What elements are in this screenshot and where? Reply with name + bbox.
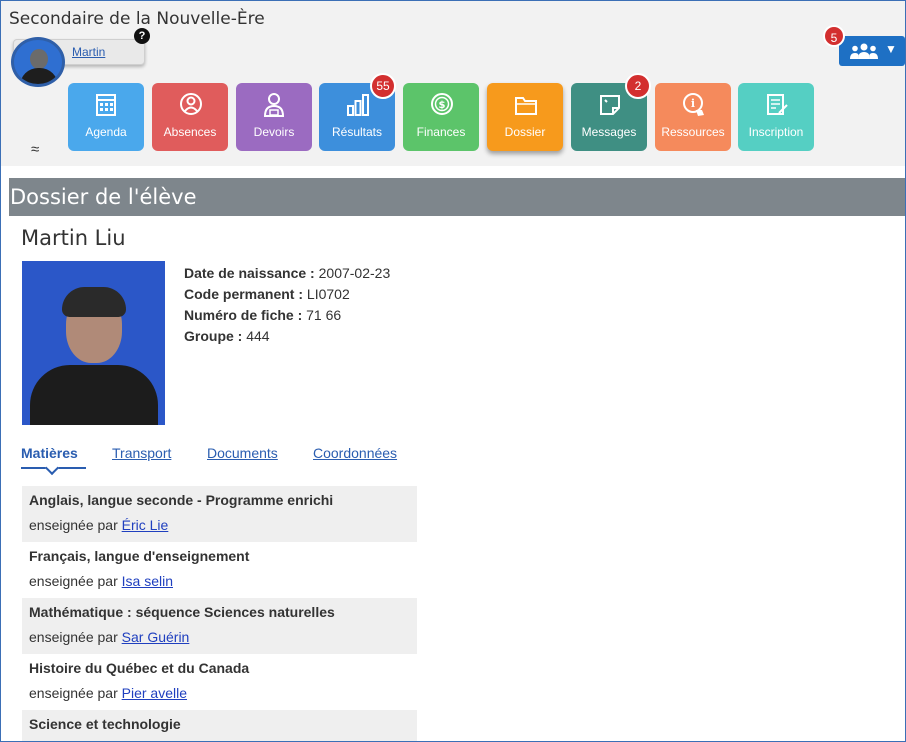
info-hand-icon: i [683,93,704,116]
app-label: Dossier [504,125,546,139]
help-badge[interactable]: ? [134,28,150,44]
list-item: Histoire du Québec et du Canada enseigné… [29,660,250,701]
section-title: Dossier de l'élève [9,178,905,216]
app-finances[interactable]: $ Finances [403,83,479,151]
app-label: Agenda [85,125,127,139]
student-name: Martin Liu [21,226,126,250]
list-item: Science et technologie [22,710,417,741]
info-permanent-code: Code permanent : LI0702 [184,286,350,302]
dollar-icon: $ [431,93,453,115]
app-label: Absences [163,125,217,139]
app-label: Finances [416,125,466,139]
school-name: Secondaire de la Nouvelle-Ère [9,9,265,29]
info-group: Groupe : 444 [184,328,270,344]
app-ressources[interactable]: i Ressources [655,83,731,151]
app-agenda[interactable]: Agenda [68,83,144,151]
app-label: Résultats [331,125,383,139]
svg-text:$: $ [439,100,446,111]
student-photo [22,261,165,425]
app-frame: Secondaire de la Nouvelle-Ère Martin ? ▼… [0,0,906,742]
avatar[interactable] [11,37,65,87]
app-inscription[interactable]: Inscription [738,83,814,151]
list-item: Anglais, langue seconde - Programme enri… [22,486,417,542]
top-bar: Secondaire de la Nouvelle-Ère Martin ? ▼… [1,1,905,166]
teacher-link[interactable]: Éric Lie [122,517,169,533]
svg-text:i: i [691,97,695,110]
app-absences[interactable]: Absences [152,83,228,151]
form-icon [767,94,788,115]
group-menu-button[interactable]: ▼ [839,36,905,66]
list-item: Français, langue d'enseignement enseigné… [29,548,250,589]
user-name-link[interactable]: Martin [72,45,105,59]
teacher-link[interactable]: Pier avelle [122,685,187,701]
chevron-down-icon: ▼ [885,42,897,56]
bar-chart-icon [347,94,369,116]
folder-icon [515,97,537,115]
group-count-badge: 5 [823,25,845,47]
tab-matieres[interactable]: Matières [21,445,78,461]
student-icon [263,93,285,117]
messages-badge: 2 [625,73,651,99]
subject-list: Anglais, langue seconde - Programme enri… [22,486,417,741]
app-dossier[interactable]: Dossier [487,83,563,151]
app-label: Messages [581,125,637,139]
calendar-icon [96,94,116,116]
person-circle-icon [180,93,202,115]
app-devoirs[interactable]: Devoirs [236,83,312,151]
info-birthdate: Date de naissance : 2007-02-23 [184,265,391,281]
resultats-badge: 55 [370,73,396,99]
list-item: Mathématique : séquence Sciences naturel… [22,598,417,654]
student-info: Date de naissance : 2007-02-23 Code perm… [184,263,390,347]
collapse-icon[interactable]: ≈ [31,141,39,158]
tab-transport[interactable]: Transport [112,445,171,461]
note-icon [600,95,620,115]
info-file-number: Numéro de fiche : 71 66 [184,307,342,323]
app-label: Devoirs [253,125,295,139]
tab-coordonnees[interactable]: Coordonnées [313,445,397,461]
teacher-link[interactable]: Isa selin [122,573,173,589]
app-label: Inscription [748,125,804,139]
student-record: Martin Liu Date de naissance : 2007-02-2… [9,216,905,741]
tab-documents[interactable]: Documents [207,445,278,461]
group-icon [850,43,878,59]
teacher-link[interactable]: Sar Guérin [122,629,190,645]
app-label: Ressources [661,125,725,139]
